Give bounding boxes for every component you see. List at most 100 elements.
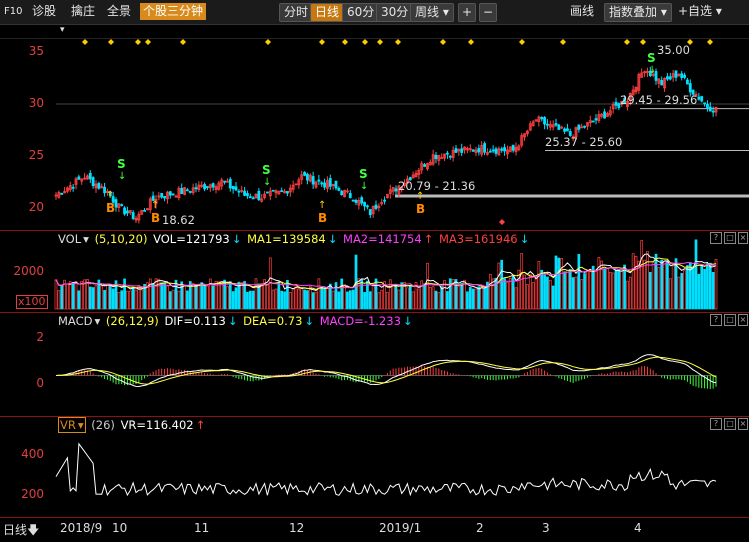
candle-body [488,150,492,153]
volume-bar [203,285,206,310]
candle-body [257,190,261,201]
volume-bar [57,290,61,310]
volume-bar [314,291,318,310]
volume-bar [460,283,464,310]
volume-bar [297,288,301,310]
volume-bar [248,290,252,310]
volume-bar [348,290,352,310]
volume-bar [168,291,172,310]
volume-bar [714,259,718,310]
candle-body [706,104,709,108]
candle-body [491,149,495,152]
volume-bar [603,268,606,310]
volume-bar [74,281,78,310]
volume-bar [377,292,381,310]
volume-bar [123,278,126,310]
candle-body [91,177,95,187]
volume-bar [397,289,401,310]
volume-bar [446,291,449,310]
volume-bar [126,290,129,310]
volume-bar [677,276,681,310]
volume-bar [551,285,555,310]
signal-diamond [624,39,630,45]
candle-body [446,152,449,155]
candle-body [231,185,235,190]
buy-arrow-icon: ↑ [416,191,424,202]
volume-bar [160,282,164,310]
volume-bar [211,285,215,310]
candle-body [354,199,358,203]
candle-body [248,196,252,199]
volume-bar [420,280,424,310]
volume-bar [534,276,538,310]
candle-body [660,79,664,86]
volume-bar [368,291,372,310]
candle-body [366,205,369,208]
candle-body [711,110,715,113]
price-annotation: 20.79 - 21.36 [398,179,475,193]
volume-bar [300,287,304,310]
volume-bar [643,259,646,310]
volume-bar [508,277,512,310]
volume-bar [331,290,335,310]
candle-body [243,190,246,196]
candle-body [328,178,332,187]
candle-body [77,176,81,180]
candle-body [348,193,352,198]
candle-body [286,191,289,194]
candle-body [543,117,546,125]
volume-bar [68,281,72,310]
volume-bar [666,260,669,310]
candle-body [683,74,686,78]
volume-bar [134,289,138,310]
buy-arrow-icon: ↑ [318,200,326,211]
volume-bar [563,271,566,310]
candle-body [614,101,618,106]
signal-diamond [560,39,566,45]
volume-bar [214,281,218,310]
volume-bar [437,292,441,310]
volume-bar [440,286,444,310]
candle-body [686,79,689,85]
volume-bar [54,279,58,310]
candle-body [266,191,269,194]
volume-bar [111,288,115,310]
candle-body [211,183,215,188]
volume-bar [186,290,189,310]
candle-body [123,207,126,215]
volume-bar [703,268,706,310]
volume-bar [663,260,666,310]
dif-line [55,354,717,388]
candle-body [168,191,172,196]
volume-bar [691,266,695,310]
volume-bar [120,290,124,310]
volume-bar [408,285,412,310]
candle-body [666,76,669,80]
volume-bar [103,289,106,310]
volume-bar [546,276,549,310]
volume-bar [711,272,715,310]
volume-bar [260,283,264,310]
volume-bar [457,286,461,310]
signal-diamond [395,39,401,45]
volume-bar [531,282,535,310]
volume-bar [560,257,564,310]
volume-bar [337,291,341,310]
volume-bar [140,289,144,310]
candle-body [246,193,249,197]
signal-diamond [519,39,525,45]
sell-arrow-icon: ↓ [118,171,126,182]
volume-bar [411,291,415,310]
candle-body [460,148,464,153]
volume-bar [231,291,235,310]
candle-body [311,176,315,185]
volume-bar [374,278,378,310]
volume-bar [543,274,546,310]
volume-bar [163,282,166,310]
volume-bar [340,278,344,310]
candle-body [434,154,438,160]
volume-bar [608,271,612,310]
candle-body [368,209,372,216]
volume-bar [100,285,104,310]
candle-body [674,70,678,78]
